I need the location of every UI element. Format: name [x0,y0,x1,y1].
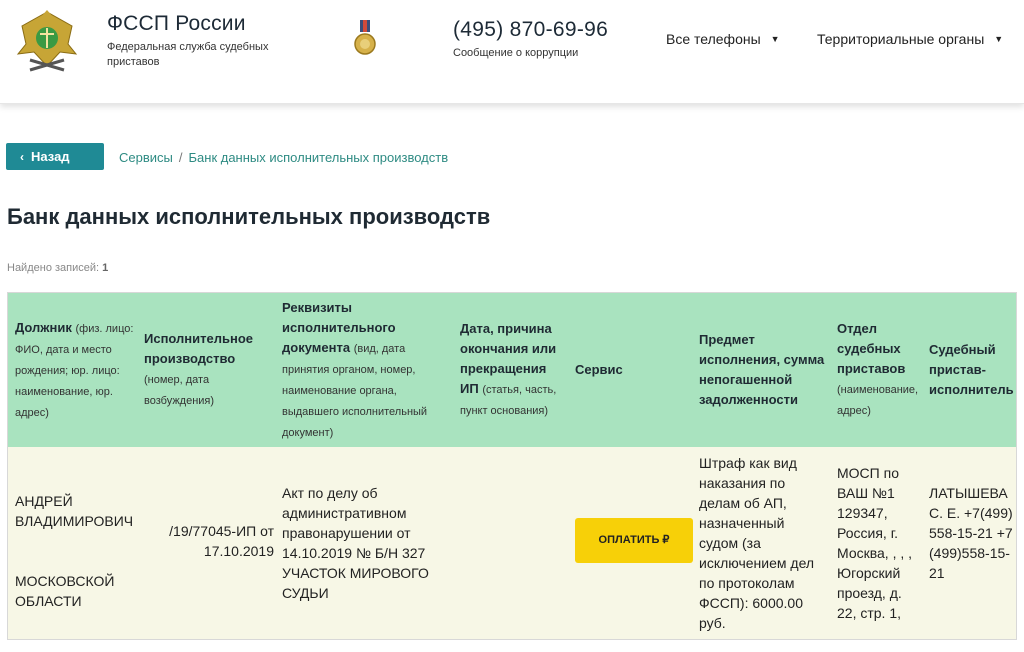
col-header-service: Сервис [575,293,675,447]
breadcrumb-services[interactable]: Сервисы [119,150,173,165]
cell-document: Акт по делу об административном правонар… [282,485,429,601]
cell-proceeding: /19/77045-ИП от 17.10.2019 [169,523,274,559]
records-found-count: 1 [102,262,109,274]
back-button-label: Назад [31,149,70,164]
col-header-subject-title: Предмет исполнения, сумма непогашенной з… [699,332,825,407]
nav-all-phones[interactable]: Все телефоны ▼ [666,31,780,47]
nav-territorial-bodies-label: Территориальные органы [817,31,985,47]
col-header-department-note: (наименование, адрес) [837,384,919,417]
corruption-report-link[interactable]: Сообщение о коррупции [453,47,578,59]
caret-down-icon: ▼ [770,34,780,44]
records-found-label: Найдено записей: [7,262,100,274]
col-header-document-note: (вид, дата принятия органом, номер, наим… [282,342,428,439]
results-table: Должник (физ. лицо: ФИО, дата и место ро… [7,292,1017,640]
back-button[interactable]: ‹ Назад [6,143,104,170]
page-title: Банк данных исполнительных производств [7,204,491,229]
brand-subtitle: Федеральная служба судебных приставов [107,41,269,68]
brand-title[interactable]: ФССП России [107,12,246,36]
table-row: АНДРЕЙ ВЛАДИМИРОВИЧ МОСКОВСКОЙ ОБЛАСТИ /… [8,447,1016,639]
breadcrumb: Сервисы / Банк данных исполнительных произ… [119,150,448,165]
col-header-department-title: Отдел судебных приставов [837,321,906,376]
breadcrumb-separator: / [178,150,183,165]
col-header-proceeding-note: (номер, дата возбуждения) [144,374,215,407]
table-header-row: Должник (физ. лицо: ФИО, дата и место ро… [8,293,1016,447]
nav-all-phones-label: Все телефоны [666,31,761,47]
chevron-left-icon: ‹ [20,150,24,164]
records-found: Найдено записей: 1 [7,262,108,274]
col-header-service-title: Сервис [575,362,623,377]
nav-territorial-bodies[interactable]: Территориальные органы ▼ [817,31,1003,47]
emblem-icon[interactable] [12,4,82,78]
col-header-department: Отдел судебных приставов (наименование, … [837,293,925,447]
col-header-end-date: Дата, причина окончания или прекращения … [460,293,568,447]
col-header-debtor-title: Должник [15,319,72,335]
col-header-bailiff: Судебный пристав-исполнитель [929,293,1016,447]
cell-department: МОСП по ВАШ №1 129347, Россия, г. Москва… [837,465,913,621]
col-header-bailiff-title: Судебный пристав-исполнитель [929,342,1014,397]
col-header-debtor: Должник (физ. лицо: ФИО, дата и место ро… [15,293,135,447]
cell-bailiff: ЛАТЫШЕВА С. Е. +7(499)558-15-21 +7(499)5… [929,485,1013,581]
col-header-proceeding-title: Исполнительное производство [144,331,254,366]
cell-subject: Штраф как вид наказания по делам об АП, … [699,455,815,631]
caret-down-icon: ▼ [994,34,1004,44]
cell-debtor-name: АНДРЕЙ ВЛАДИМИРОВИЧ [15,493,134,529]
cell-debtor-place: МОСКОВСКОЙ ОБЛАСТИ [15,573,115,609]
col-header-debtor-note: (физ. лицо: ФИО, дата и место рождения; … [15,322,134,419]
col-header-proceeding: Исполнительное производство (номер, дата… [144,293,272,447]
medal-icon [354,20,376,55]
breadcrumb-current[interactable]: Банк данных исполнительных производств [189,150,449,165]
col-header-document: Реквизиты исполнительного документа (вид… [282,293,442,447]
pay-button[interactable]: ОПЛАТИТЬ ₽ [575,518,693,563]
col-header-subject: Предмет исполнения, сумма непогашенной з… [699,293,831,447]
hotline-phone[interactable]: (495) 870-69-96 [453,18,608,42]
site-header: ФССП России Федеральная служба судебных … [0,0,1024,104]
